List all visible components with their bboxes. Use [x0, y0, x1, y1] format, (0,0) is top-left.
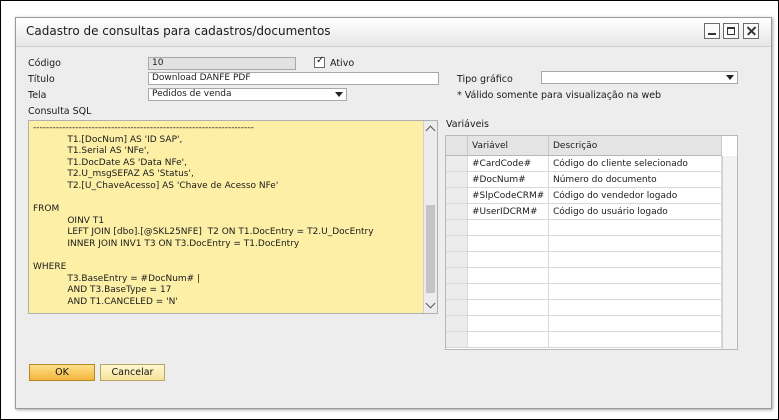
chevron-down-icon	[335, 92, 343, 97]
chevron-down-icon[interactable]	[425, 298, 436, 309]
sql-line: OINV T1	[33, 215, 105, 226]
table-row-header[interactable]	[446, 316, 468, 332]
table-cell-descricao[interactable]: Código do usuário logado	[549, 204, 722, 220]
cancel-button[interactable]: Cancelar	[100, 364, 165, 381]
table-cell-descricao[interactable]	[549, 300, 722, 316]
sql-line: LEFT JOIN [dbo].[@SKL25NFE] T2 ON T1.Doc…	[33, 227, 374, 238]
sql-line: T2.[U_ChaveAcesso] AS 'Chave de Acesso N…	[33, 181, 279, 191]
grid-scrollbar[interactable]	[722, 156, 737, 349]
titulo-label: Título	[28, 74, 55, 85]
grid-corner	[446, 136, 468, 156]
sql-line: T2.U_msgSEFAZ AS 'Status',	[33, 169, 194, 180]
table-cell-descricao[interactable]: Código do cliente selecionado	[549, 156, 722, 172]
table-cell-descricao[interactable]	[549, 332, 722, 348]
sql-line: T1.Serial AS 'NFe',	[33, 146, 150, 157]
sql-line: T3.BaseEntry = #DocNum# |	[33, 273, 201, 284]
tipo-grafico-select[interactable]	[541, 71, 738, 84]
table-cell-descricao[interactable]	[549, 268, 722, 284]
table-cell-descricao[interactable]: Número do documento	[549, 172, 722, 188]
table-cell-variavel[interactable]	[468, 236, 549, 252]
chevron-up-icon[interactable]	[425, 125, 436, 136]
table-row-header[interactable]	[446, 236, 468, 252]
maximize-icon[interactable]	[723, 23, 739, 39]
table-row-header[interactable]	[446, 156, 468, 172]
codigo-label: Código	[28, 58, 61, 69]
table-row-header[interactable]	[446, 300, 468, 316]
table-row-header[interactable]	[446, 332, 468, 348]
variables-grid[interactable]: Variável Descrição #CardCode# Código do c…	[445, 135, 738, 350]
table-cell-descricao[interactable]	[549, 316, 722, 332]
table-cell-variavel[interactable]	[468, 332, 549, 348]
tipo-grafico-label: Tipo gráfico	[457, 74, 513, 85]
sql-line: T1.[DocNum] AS 'ID SAP',	[33, 134, 183, 145]
sql-scrollbar[interactable]	[423, 121, 437, 313]
table-cell-variavel[interactable]	[468, 300, 549, 316]
table-row-header[interactable]	[446, 204, 468, 220]
dialog-window: Cadastro de consultas para cadastros/doc…	[15, 17, 772, 409]
table-row-header[interactable]	[446, 252, 468, 268]
table-cell-variavel[interactable]: #UserIDCRM#	[468, 204, 549, 220]
table-cell-variavel[interactable]: #SlpCodeCRM#	[468, 188, 549, 204]
window-title: Cadastro de consultas para cadastros/doc…	[26, 24, 331, 38]
table-cell-variavel[interactable]	[468, 284, 549, 300]
codigo-field[interactable]: 10	[148, 57, 296, 70]
minimize-icon[interactable]	[704, 23, 720, 39]
grid-header-variavel[interactable]: Variável	[468, 136, 549, 156]
table-cell-variavel[interactable]: #DocNum#	[468, 172, 549, 188]
tela-label: Tela	[28, 90, 47, 101]
ativo-label: Ativo	[330, 58, 355, 69]
grid-header-descricao[interactable]: Descrição	[549, 136, 722, 156]
check-icon: ✓	[316, 55, 325, 66]
sql-line: INNER JOIN INV1 T3 ON T3.DocEntry = T1.D…	[33, 239, 300, 249]
scroll-thumb[interactable]	[426, 205, 435, 293]
table-row-header[interactable]	[446, 284, 468, 300]
sql-line: ----------------------------------------…	[33, 123, 254, 133]
sql-line: AND T3.BaseType = 17	[33, 285, 172, 296]
screenshot-frame: Cadastro de consultas para cadastros/doc…	[0, 0, 779, 420]
title-bar[interactable]: Cadastro de consultas para cadastros/doc…	[16, 18, 771, 47]
variaveis-label: Variáveis	[446, 119, 490, 130]
titulo-input[interactable]: Download DANFE PDF	[148, 72, 439, 85]
table-row-header[interactable]	[446, 268, 468, 284]
table-cell-descricao[interactable]	[549, 236, 722, 252]
tela-value: Pedidos de venda	[152, 89, 232, 99]
chevron-down-icon	[726, 75, 734, 80]
table-cell-variavel[interactable]	[468, 220, 549, 236]
table-cell-descricao[interactable]: Código do vendedor logado	[549, 188, 722, 204]
sql-line: FROM	[33, 204, 60, 215]
sql-line: T1.DocDate AS 'Data NFe',	[33, 157, 188, 168]
table-cell-variavel[interactable]	[468, 252, 549, 268]
consulta-sql-label: Consulta SQL	[28, 106, 92, 117]
sql-editor[interactable]: ----------------------------------------…	[28, 120, 438, 314]
close-icon[interactable]	[743, 23, 759, 39]
table-row-header[interactable]	[446, 188, 468, 204]
table-cell-descricao[interactable]	[549, 220, 722, 236]
sql-line: AND T1.CANCELED = 'N'	[33, 297, 178, 307]
table-cell-descricao[interactable]	[549, 252, 722, 268]
table-row-header[interactable]	[446, 220, 468, 236]
table-row-header[interactable]	[446, 172, 468, 188]
tela-select[interactable]: Pedidos de venda	[148, 88, 347, 101]
table-cell-variavel[interactable]	[468, 316, 549, 332]
tipo-grafico-note: * Válido somente para visualização na we…	[457, 90, 662, 101]
sql-line: WHERE	[33, 262, 67, 273]
table-cell-variavel[interactable]	[468, 268, 549, 284]
ativo-checkbox[interactable]: ✓	[314, 55, 325, 68]
table-cell-descricao[interactable]	[549, 284, 722, 300]
table-cell-variavel[interactable]: #CardCode#	[468, 156, 549, 172]
ok-button[interactable]: OK	[29, 364, 95, 381]
